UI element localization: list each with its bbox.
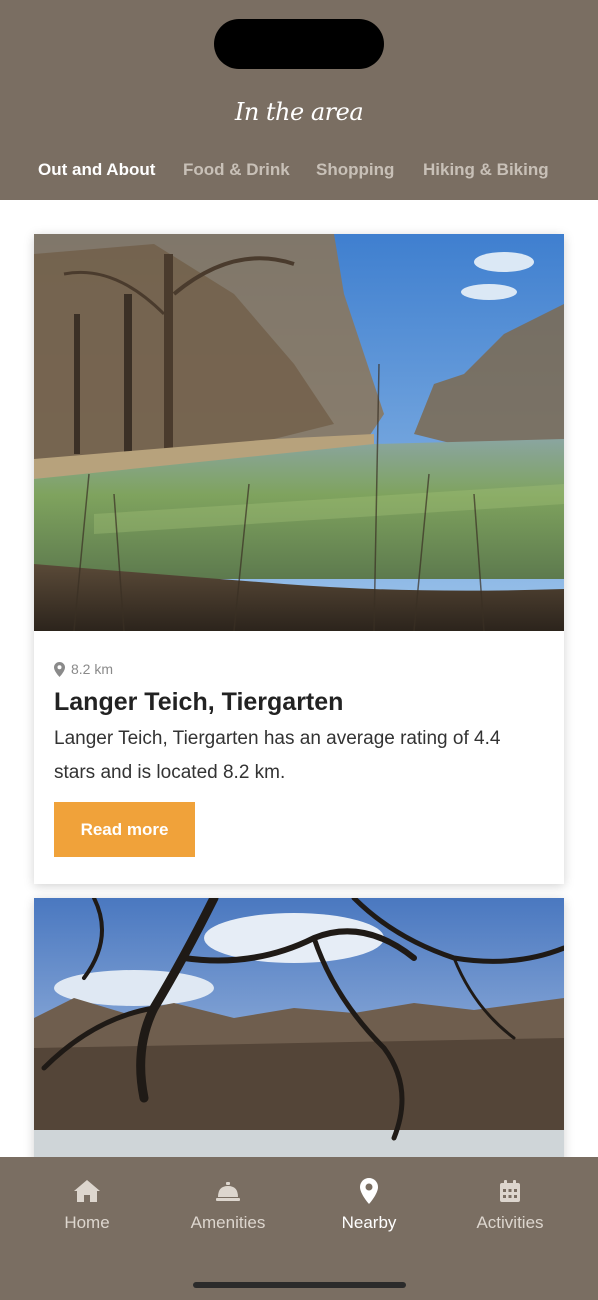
tab-out-and-about[interactable]: Out and About: [38, 160, 155, 180]
bottom-navigation: Home Amenities Nearby Activities: [0, 1157, 598, 1300]
place-title: Langer Teich, Tiergarten: [54, 688, 344, 716]
distance-label: 8.2 km: [54, 661, 113, 677]
header: In the area Out and About Food & Drink S…: [0, 0, 598, 200]
app-screen: In the area Out and About Food & Drink S…: [0, 0, 598, 1300]
nav-activities[interactable]: Activities: [440, 1177, 580, 1233]
page-title: In the area: [234, 98, 364, 126]
forest-pond-photo: [34, 898, 564, 1157]
places-list[interactable]: 8.2 km Langer Teich, Tiergarten Langer T…: [0, 200, 598, 1157]
read-more-button[interactable]: Read more: [54, 802, 195, 857]
tab-food-and-drink[interactable]: Food & Drink: [183, 160, 290, 180]
nav-amenities-label: Amenities: [190, 1213, 266, 1232]
nav-amenities[interactable]: Amenities: [158, 1177, 298, 1233]
distance-value: 8.2 km: [71, 661, 114, 677]
nav-nearby[interactable]: Nearby: [299, 1177, 439, 1233]
camera-notch: [214, 19, 384, 69]
nav-home[interactable]: Home: [17, 1177, 157, 1233]
tab-hiking-and-biking[interactable]: Hiking & Biking: [423, 160, 549, 180]
category-tabs: Out and About Food & Drink Shopping Hiki…: [0, 160, 598, 188]
map-pin-icon: [299, 1177, 439, 1205]
service-bell-icon: [158, 1177, 298, 1205]
place-card[interactable]: 8.2 km Langer Teich, Tiergarten Langer T…: [34, 234, 564, 884]
pond-landscape-photo: [34, 234, 564, 631]
nav-activities-label: Activities: [476, 1213, 544, 1232]
map-pin-icon: [54, 661, 65, 677]
home-indicator[interactable]: [193, 1282, 406, 1288]
place-card[interactable]: [34, 898, 564, 1157]
nav-nearby-label: Nearby: [341, 1213, 397, 1232]
place-description: Langer Teich, Tiergarten has an average …: [54, 728, 501, 783]
calendar-icon: [440, 1177, 580, 1205]
home-icon: [17, 1177, 157, 1205]
nav-home-label: Home: [64, 1213, 110, 1232]
tab-shopping[interactable]: Shopping: [316, 160, 394, 180]
